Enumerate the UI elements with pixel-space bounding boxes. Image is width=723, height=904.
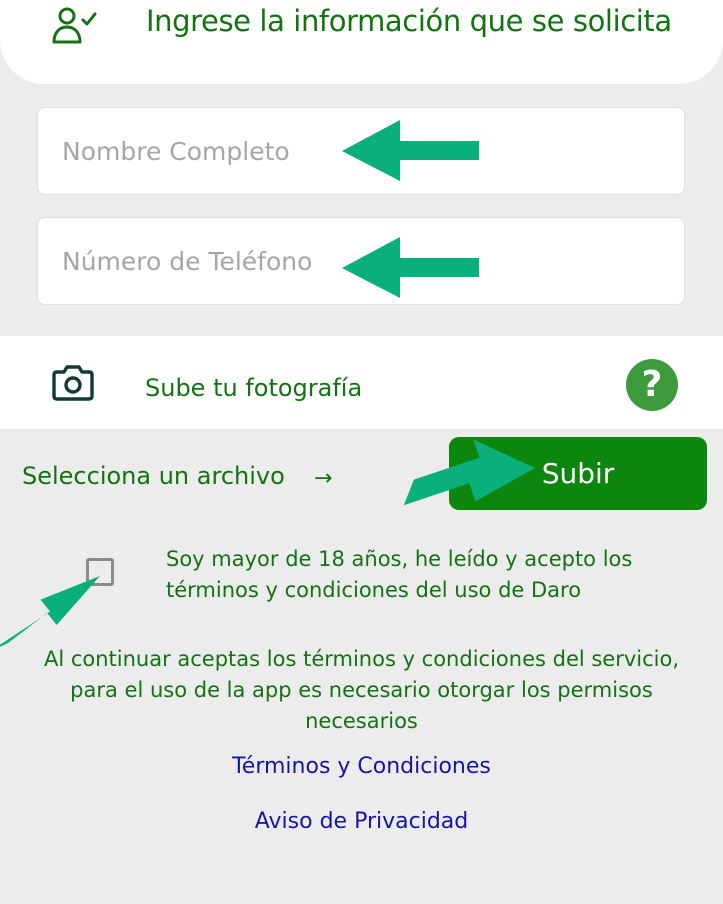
phone-field-box[interactable] <box>37 217 685 305</box>
select-file-label[interactable]: Selecciona un archivo <box>22 462 285 490</box>
upload-button[interactable]: Subir <box>449 437 707 510</box>
page-title: Ingrese la información que se solicita <box>146 4 672 38</box>
full-name-input[interactable] <box>38 108 684 194</box>
arrow-right-icon: → <box>314 466 333 491</box>
user-check-icon <box>52 7 97 44</box>
terms-notice: Al continuar aceptas los términos y cond… <box>43 647 680 733</box>
camera-icon <box>52 365 94 401</box>
annotation-arrow-checkbox <box>0 576 100 647</box>
header-card: Ingrese la información que se solicita <box>0 0 723 84</box>
help-icon[interactable]: ? <box>626 359 678 411</box>
full-name-field-box[interactable] <box>37 107 685 195</box>
photo-upload-row[interactable]: Sube tu fotografía ? <box>0 336 723 429</box>
terms-link[interactable]: Términos y Condiciones <box>0 754 723 779</box>
age-consent-checkbox[interactable] <box>86 558 114 586</box>
age-consent-text: Soy mayor de 18 años, he leído y acepto … <box>166 547 633 602</box>
privacy-link[interactable]: Aviso de Privacidad <box>0 809 723 834</box>
phone-input[interactable] <box>38 218 684 304</box>
photo-label: Sube tu fotografía <box>145 374 363 402</box>
